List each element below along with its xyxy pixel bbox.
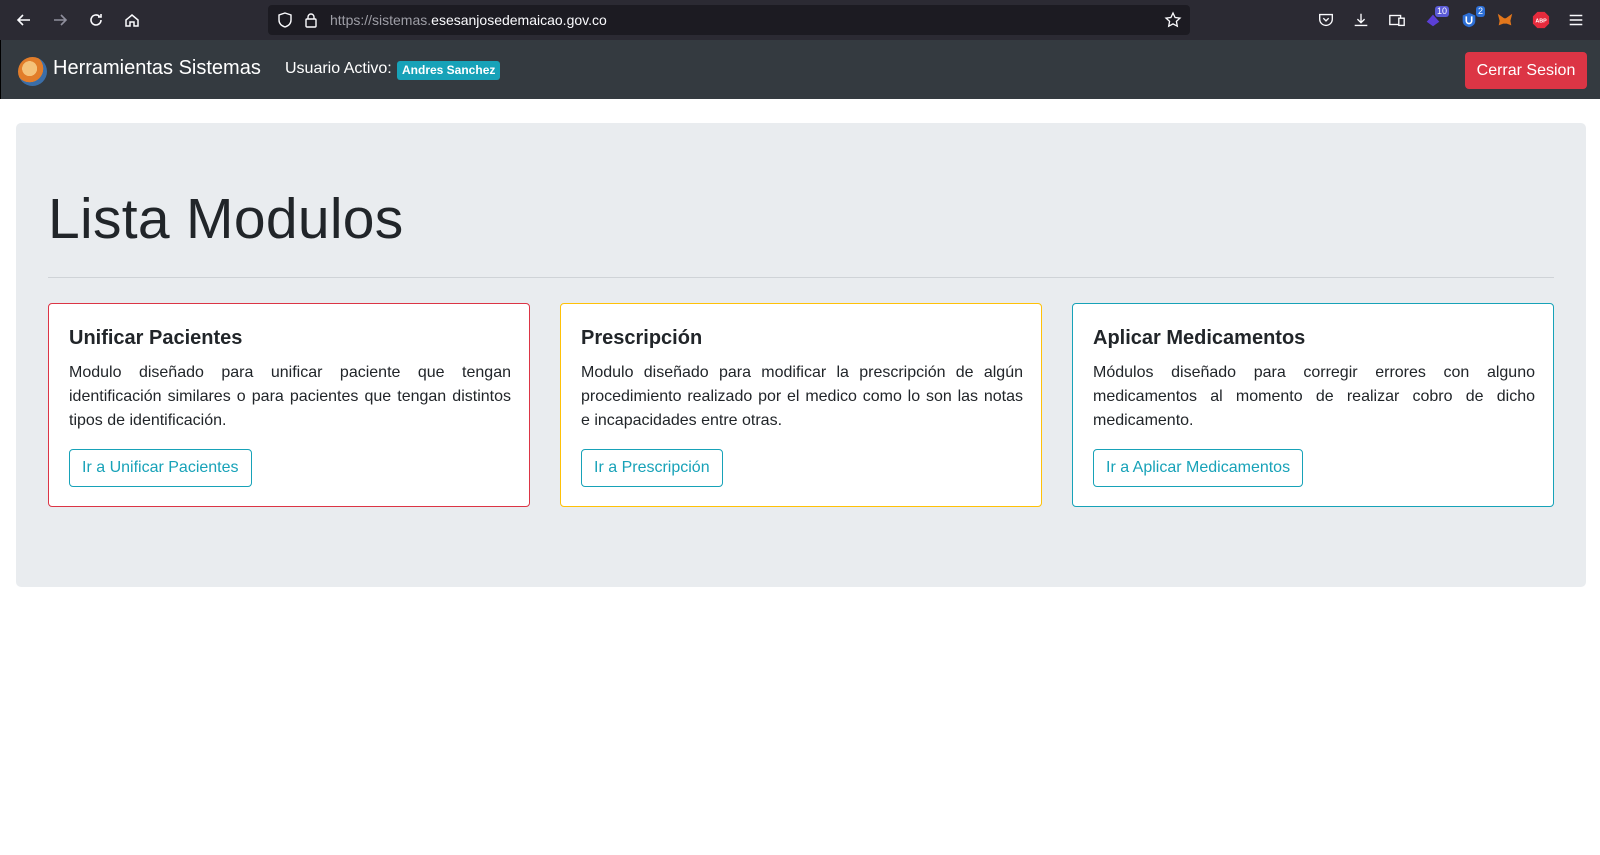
card-text: Módulos diseñado para corregir errores c… (1093, 364, 1535, 429)
card-text: Modulo diseñado para modificar la prescr… (581, 364, 1023, 429)
extension-badge: 10 (1434, 6, 1449, 17)
back-icon[interactable] (12, 8, 36, 32)
metamask-fox-icon[interactable] (1495, 10, 1515, 30)
user-label: Usuario Activo: (285, 60, 392, 77)
brand-title[interactable]: Herramientas Sistemas (53, 57, 261, 80)
card-text: Modulo diseñado para unificar paciente q… (69, 364, 511, 429)
card-title: Unificar Pacientes (69, 327, 243, 349)
home-icon[interactable] (120, 8, 144, 32)
address-bar[interactable]: https://sistemas.esesanjosedemaicao.gov.… (268, 5, 1190, 35)
ublock-icon[interactable]: 2 (1459, 6, 1485, 30)
card-aplicar-medicamentos: Aplicar Medicamentos Módulos diseñado pa… (1072, 303, 1554, 507)
url-text: https://sistemas.esesanjosedemaicao.gov.… (330, 12, 607, 28)
browser-toolbar: https://sistemas.esesanjosedemaicao.gov.… (0, 0, 1600, 40)
card-prescripcion: Prescripción Modulo diseñado para modifi… (560, 303, 1042, 507)
prescripcion-button[interactable]: Ir a Prescripción (581, 449, 723, 487)
unificar-pacientes-button[interactable]: Ir a Unificar Pacientes (69, 449, 252, 487)
svg-text:ABP: ABP (1535, 19, 1547, 25)
card-title: Prescripción (581, 327, 703, 349)
downloads-icon[interactable] (1351, 10, 1371, 30)
divider (48, 277, 1554, 278)
card-unificar-pacientes: Unificar Pacientes Modulo diseñado para … (48, 303, 530, 507)
modules-jumbotron: Lista Modulos Unificar Pacientes Modulo … (16, 123, 1586, 587)
logout-button[interactable]: Cerrar Sesion (1465, 52, 1587, 89)
extension-purple-icon[interactable]: 10 (1423, 6, 1449, 30)
reload-icon[interactable] (84, 8, 108, 32)
extension-badge: 2 (1475, 6, 1485, 17)
menu-icon[interactable] (1566, 10, 1586, 30)
bookmark-star-icon[interactable] (1164, 11, 1182, 29)
forward-icon[interactable] (48, 8, 72, 32)
pocket-icon[interactable] (1316, 10, 1336, 30)
brand-logo[interactable] (18, 57, 47, 86)
adblock-plus-icon[interactable]: ABP (1531, 10, 1551, 30)
app-navbar: Herramientas Sistemas Usuario Activo: An… (0, 40, 1600, 99)
lock-icon[interactable] (302, 11, 320, 29)
synced-tabs-icon[interactable] (1387, 10, 1407, 30)
page-title: Lista Modulos (48, 187, 404, 251)
user-badge: Andres Sanchez (397, 61, 501, 80)
shield-icon[interactable] (276, 11, 294, 29)
aplicar-medicamentos-button[interactable]: Ir a Aplicar Medicamentos (1093, 449, 1304, 487)
card-title: Aplicar Medicamentos (1093, 327, 1306, 349)
